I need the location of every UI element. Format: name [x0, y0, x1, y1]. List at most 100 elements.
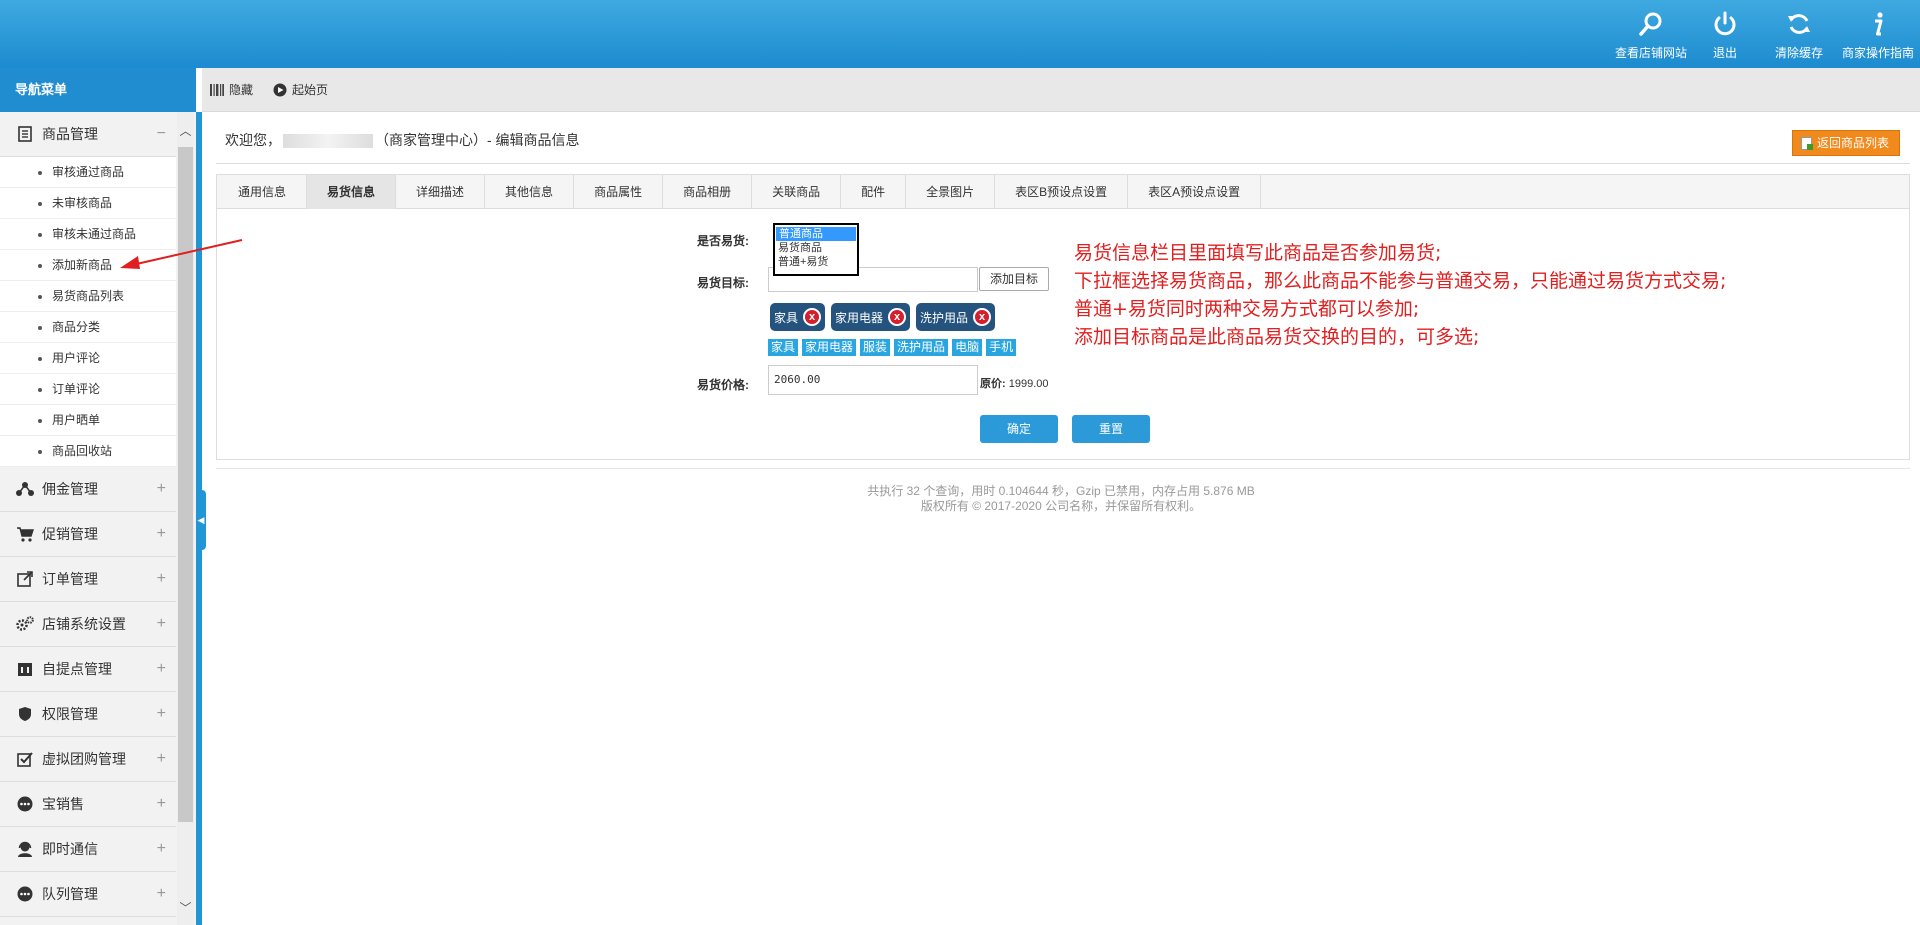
sidebar-group-permissions[interactable]: 权限管理 + — [0, 692, 176, 737]
tab-other-info[interactable]: 其他信息 — [485, 175, 575, 209]
chevron-up-icon[interactable]: ︿ — [177, 120, 194, 140]
sidebar-item-user-comments[interactable]: 用户评论 — [0, 343, 176, 374]
expand-toggle[interactable]: + — [157, 570, 166, 588]
sidebar-item-user-shares[interactable]: 用户晒单 — [0, 405, 176, 436]
sidebar-item-order-comments[interactable]: 订单评论 — [0, 374, 176, 405]
price-label: 易货价格: — [697, 378, 749, 392]
headset-icon — [16, 840, 34, 858]
selected-targets: 家具 x 家用电器 x 洗护用品 x — [770, 303, 996, 331]
tab-general-info[interactable]: 通用信息 — [218, 175, 308, 209]
sidebar-group-store-settings[interactable]: 店铺系统设置 + — [0, 602, 176, 647]
target-option[interactable]: 家具 — [768, 339, 799, 356]
sidebar-item-goods-category[interactable]: 商品分类 — [0, 312, 176, 343]
tab-attributes[interactable]: 商品属性 — [574, 175, 664, 209]
expand-toggle[interactable]: + — [157, 795, 166, 813]
confirm-button[interactable]: 确定 — [980, 415, 1058, 443]
target-option[interactable]: 家用电器 — [802, 339, 857, 356]
power-icon — [1714, 11, 1736, 36]
chevron-down-icon[interactable]: ﹀ — [177, 897, 194, 917]
tab-description[interactable]: 详细描述 — [396, 175, 486, 209]
sidebar-group-pickup[interactable]: 自提点管理 + — [0, 647, 176, 692]
target-chip: 家具 x — [770, 303, 826, 331]
tab-zone-a-presets[interactable]: 表区A预设点设置 — [1128, 175, 1262, 209]
tab-accessories[interactable]: 配件 — [841, 175, 907, 209]
search-icon — [1639, 12, 1662, 36]
add-target-button[interactable]: 添加目标 — [979, 267, 1049, 291]
barter-form: 是否易货: 易货目标: 普通商品 易货商品 普通+易货 添加目标 家具 x 家用电… — [217, 209, 1909, 459]
document-icon — [16, 125, 34, 143]
sidebar-scrollbar[interactable]: ︿ ﹀ — [177, 112, 194, 925]
remove-icon[interactable]: x — [888, 308, 907, 326]
target-option[interactable]: 电脑 — [952, 339, 983, 356]
sidebar-group-queue[interactable]: 队列管理 + — [0, 872, 176, 917]
sidebar-group-instant-messaging[interactable]: 即时通信 + — [0, 827, 176, 872]
share-icon — [16, 480, 34, 498]
edit-goods-panel: 通用信息 易货信息 详细描述 其他信息 商品属性 商品相册 关联商品 配件 全景… — [216, 174, 1910, 460]
toolbar: 隐藏 起始页 — [202, 68, 1920, 112]
expand-toggle[interactable]: + — [157, 885, 166, 903]
sidebar-item-barter-goods-list[interactable]: 易货商品列表 — [0, 281, 176, 312]
sidebar-group-orders[interactable]: 订单管理 + — [0, 557, 176, 602]
sidebar-group-goods[interactable]: 商品管理 − — [0, 112, 176, 157]
play-circle-icon — [273, 83, 287, 96]
target-chip: 家用电器 x — [831, 303, 911, 331]
target-option[interactable]: 洗护用品 — [894, 339, 949, 356]
select-option-normal[interactable]: 普通商品 — [776, 227, 856, 241]
footer-stats: 共执行 32 个查询，用时 0.104644 秒，Gzip 已禁用，内存占用 5… — [867, 484, 1255, 498]
expand-toggle[interactable]: + — [157, 480, 166, 498]
expand-toggle[interactable]: + — [157, 840, 166, 858]
home-page-button[interactable]: 起始页 — [273, 81, 328, 98]
tab-related-goods[interactable]: 关联商品 — [752, 175, 842, 209]
clear-cache-button[interactable]: 清除缓存 — [1762, 0, 1836, 68]
target-options: 家具 家用电器 服装 洗护用品 电脑 手机 — [768, 339, 1017, 356]
remove-icon[interactable]: x — [973, 308, 992, 326]
collapse-toggle[interactable]: − — [157, 125, 166, 143]
sidebar-item-approved-goods[interactable]: 审核通过商品 — [0, 157, 176, 188]
page-title: 欢迎您， （商家管理中心）- 编辑商品信息 — [225, 132, 580, 149]
cart-icon — [16, 525, 34, 543]
expand-toggle[interactable]: + — [157, 705, 166, 723]
hide-button[interactable]: 隐藏 — [210, 81, 253, 98]
dots-icon — [16, 885, 34, 903]
sidebar-group-commission[interactable]: 佣金管理 + — [0, 467, 176, 512]
target-option[interactable]: 服装 — [860, 339, 891, 356]
annotation-arrow-icon — [120, 239, 243, 269]
calendar-icon — [16, 660, 34, 678]
barcode-icon — [210, 83, 224, 96]
select-option-barter[interactable]: 易货商品 — [775, 241, 857, 255]
logout-button[interactable]: 退出 — [1688, 0, 1762, 68]
annotation-text: 易货信息栏目里面填写此商品是否参加易货; 下拉框选择易货商品，那么此商品不能参与… — [1074, 242, 1727, 348]
sidebar-item-goods-recycle[interactable]: 商品回收站 — [0, 436, 176, 467]
expand-toggle[interactable]: + — [157, 525, 166, 543]
nav-menu-title: 导航菜单 — [0, 68, 196, 112]
divider — [216, 163, 1910, 164]
expand-toggle[interactable]: + — [157, 660, 166, 678]
tab-zone-b-presets[interactable]: 表区B预设点设置 — [995, 175, 1129, 209]
barter-type-select[interactable]: 普通商品 易货商品 普通+易货 — [773, 223, 859, 276]
tab-bar: 通用信息 易货信息 详细描述 其他信息 商品属性 商品相册 关联商品 配件 全景… — [217, 175, 1909, 209]
expand-toggle[interactable]: + — [157, 750, 166, 768]
tab-gallery[interactable]: 商品相册 — [663, 175, 753, 209]
select-option-both[interactable]: 普通+易货 — [775, 255, 857, 269]
expand-toggle[interactable]: + — [157, 615, 166, 633]
header-actions: 查看店铺网站 退出 清除缓存 商家操作指南 — [1614, 0, 1920, 68]
reset-button[interactable]: 重置 — [1072, 415, 1150, 443]
tab-barter-info[interactable]: 易货信息 — [307, 175, 397, 209]
target-chip: 洗护用品 x — [916, 303, 996, 331]
remove-icon[interactable]: x — [803, 308, 822, 326]
target-option[interactable]: 手机 — [986, 339, 1017, 356]
sidebar-menu: 商品管理 − 审核通过商品 未审核商品 审核未通过商品 添加新商品 易货商品列表… — [0, 112, 176, 917]
sidebar-group-virtual-groupbuy[interactable]: 虚拟团购管理 + — [0, 737, 176, 782]
list-page-icon — [1800, 136, 1813, 150]
sidebar-group-treasure-sales[interactable]: 宝销售 + — [0, 782, 176, 827]
merchant-guide-button[interactable]: 商家操作指南 — [1836, 0, 1920, 68]
barter-label: 是否易货: — [697, 234, 749, 248]
barter-price-input[interactable]: 2060.00 — [768, 365, 978, 395]
view-store-button[interactable]: 查看店铺网站 — [1614, 0, 1688, 68]
back-to-goods-list-button[interactable]: 返回商品列表 — [1791, 130, 1900, 156]
goods-submenu: 审核通过商品 未审核商品 审核未通过商品 添加新商品 易货商品列表 商品分类 用… — [0, 157, 176, 467]
redacted-username — [283, 134, 373, 149]
tab-panorama[interactable]: 全景图片 — [906, 175, 996, 209]
sidebar-item-unreviewed-goods[interactable]: 未审核商品 — [0, 188, 176, 219]
sidebar-group-promotion[interactable]: 促销管理 + — [0, 512, 176, 557]
